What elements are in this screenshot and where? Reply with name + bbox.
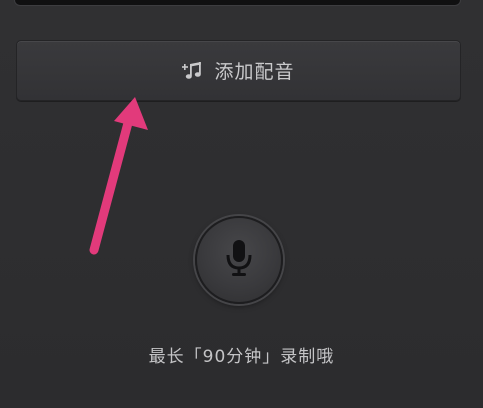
add-dub-button[interactable]: 添加配音 bbox=[16, 40, 461, 101]
dubbing-screen: 添加配音 最长「90分钟」录制哦 bbox=[0, 0, 483, 408]
max-duration-hint: 最长「90分钟」录制哦 bbox=[148, 347, 335, 367]
video-preview-panel bbox=[14, 0, 461, 6]
add-dub-label: 添加配音 bbox=[214, 61, 295, 83]
music-note-add-icon bbox=[182, 60, 204, 82]
record-mic-button[interactable] bbox=[195, 216, 283, 304]
microphone-icon bbox=[224, 238, 254, 282]
